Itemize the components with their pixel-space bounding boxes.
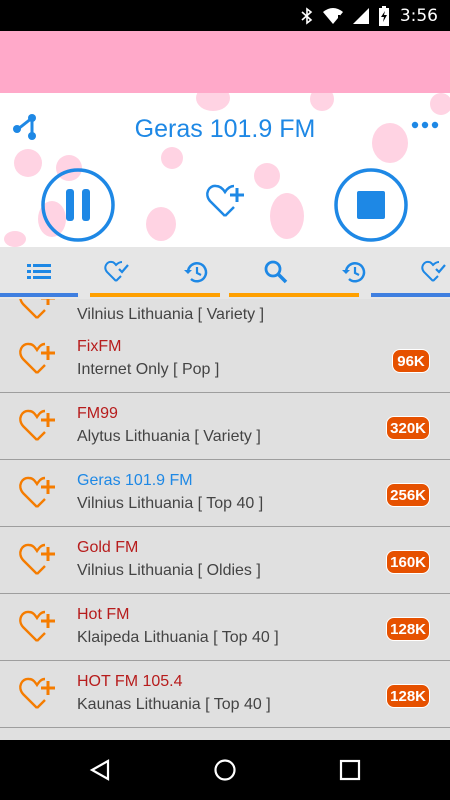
home-icon[interactable]	[213, 758, 237, 782]
tab-history[interactable]	[176, 255, 216, 289]
station-list: Vilnius Lithuania [ Variety ] FixFM Inte…	[0, 299, 450, 740]
station-location: Vilnius Lithuania [ Oldies ]	[77, 562, 261, 579]
tab-indicator	[371, 293, 450, 297]
list-item[interactable]: Hot FM Klaipeda Lithuania [ Top 40 ] 128…	[0, 594, 450, 661]
tab-search[interactable]	[256, 255, 296, 289]
station-name: Geras 101.9 FM	[77, 472, 193, 489]
heart-plus-icon[interactable]	[18, 342, 56, 376]
bitrate-badge: 96K	[392, 349, 430, 373]
battery-icon	[378, 5, 389, 26]
history-icon	[184, 262, 208, 283]
heart-plus-icon[interactable]	[18, 409, 56, 443]
bitrate-badge: 128K	[386, 617, 430, 641]
recent-icon	[342, 262, 366, 283]
heart-plus-icon[interactable]	[18, 610, 56, 644]
bitrate-badge: 320K	[386, 416, 430, 440]
heart-plus-icon[interactable]	[18, 543, 56, 577]
clock: 3:56	[399, 5, 438, 26]
station-location: Internet Only [ Pop ]	[77, 361, 220, 378]
tab-favorites[interactable]	[97, 255, 137, 289]
flower-decoration	[161, 147, 183, 169]
tab-indicator	[229, 293, 359, 297]
station-name: Gold FM	[77, 539, 139, 556]
pause-button[interactable]	[40, 167, 116, 243]
tab-indicator	[0, 293, 78, 297]
stop-icon	[357, 191, 385, 219]
favorites-icon	[421, 260, 446, 282]
station-location: Alytus Lithuania [ Variety ]	[77, 428, 261, 445]
pause-icon	[66, 189, 74, 221]
flower-decoration	[146, 207, 176, 241]
more-icon[interactable]	[410, 113, 440, 141]
tab-favorites-2[interactable]	[414, 255, 450, 289]
system-nav-bar	[0, 740, 450, 800]
wifi-icon	[322, 7, 343, 24]
flower-decoration	[254, 163, 280, 189]
list-item[interactable]: FixFM Internet Only [ Pop ] 96K	[0, 326, 450, 393]
tab-recent[interactable]	[334, 255, 374, 289]
heart-plus-icon[interactable]	[18, 299, 56, 321]
list-icon	[27, 264, 51, 279]
now-playing-title: Geras 101.9 FM	[134, 114, 316, 143]
top-banner	[0, 31, 450, 93]
add-favorite-button[interactable]	[205, 183, 245, 219]
favorites-icon	[104, 260, 129, 282]
back-icon[interactable]	[88, 758, 112, 782]
list-item[interactable]: FM99 Alytus Lithuania [ Variety ] 320K	[0, 393, 450, 460]
stop-button[interactable]	[333, 167, 409, 243]
tab-indicator	[90, 293, 220, 297]
tab-station-list[interactable]	[19, 255, 59, 289]
signal-icon	[352, 7, 369, 24]
heart-plus-icon[interactable]	[18, 476, 56, 510]
flower-decoration	[4, 231, 26, 247]
flower-decoration	[14, 149, 42, 177]
station-name: Hot FM	[77, 606, 130, 623]
bitrate-badge: 160K	[386, 550, 430, 574]
player-panel: Geras 101.9 FM	[0, 93, 450, 247]
heart-plus-icon[interactable]	[18, 677, 56, 711]
list-item[interactable]: HOT FM 105.4 Kaunas Lithuania [ Top 40 ]…	[0, 661, 450, 728]
station-name: HOT FM 105.4	[77, 673, 183, 690]
tab-bar	[0, 247, 450, 299]
search-icon	[264, 260, 288, 284]
station-location: Vilnius Lithuania [ Top 40 ]	[77, 495, 264, 512]
bitrate-badge: 128K	[386, 684, 430, 708]
station-location: Klaipeda Lithuania [ Top 40 ]	[77, 629, 279, 646]
flower-decoration	[270, 193, 304, 239]
station-location: Vilnius Lithuania [ Variety ]	[77, 306, 265, 323]
bluetooth-icon	[301, 6, 313, 25]
status-bar: 3:56	[0, 0, 450, 31]
station-location: Kaunas Lithuania [ Top 40 ]	[77, 696, 271, 713]
bitrate-badge: 256K	[386, 483, 430, 507]
recents-icon[interactable]	[338, 758, 362, 782]
station-name: FixFM	[77, 338, 122, 355]
station-name: FM99	[77, 405, 118, 422]
list-item[interactable]: Gold FM Vilnius Lithuania [ Oldies ] 160…	[0, 527, 450, 594]
list-item-playing[interactable]: Geras 101.9 FM Vilnius Lithuania [ Top 4…	[0, 460, 450, 527]
